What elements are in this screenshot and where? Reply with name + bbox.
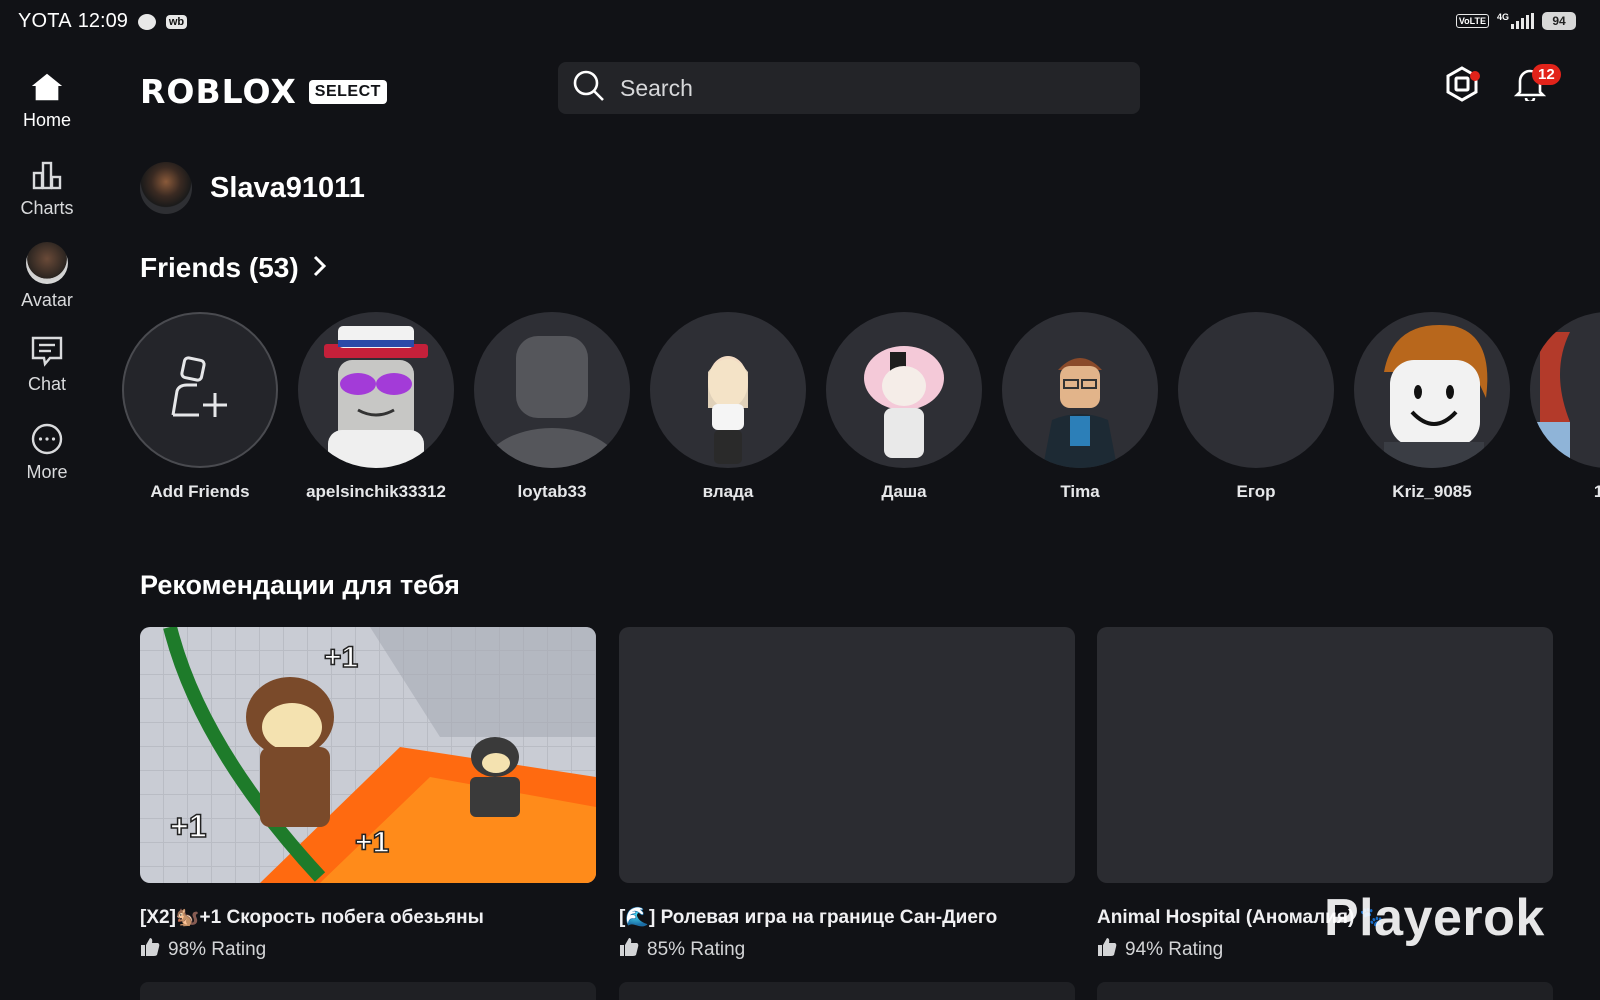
home-icon [30,70,64,104]
friend-name: Add Friends [150,482,250,501]
friend-tile[interactable]: loytab33 [474,312,630,502]
volte-icon: VoLTE [1455,14,1489,28]
game-title: [X2]🐿️+1 Скорость побега обезьяны [140,907,484,928]
friend-tile[interactable]: Егор [1178,312,1334,502]
search-bar[interactable] [558,62,1140,114]
bar-chart-icon [30,158,64,192]
game-card-next-row[interactable] [140,982,596,1000]
add-friend-circle [122,312,278,468]
playerok-watermark: Playerok [1324,889,1545,947]
friend-avatar [1530,312,1600,468]
nav-avatar-label: Avatar [21,290,73,310]
friend-tile[interactable]: Даша [826,312,982,502]
logo-wordmark: ROBLOX [140,72,297,111]
notification-count-badge: 12 [1532,64,1561,85]
nav-chat[interactable]: Chat [0,324,94,412]
friend-avatar [1178,312,1334,468]
friend-tile[interactable]: Kriz_9085 [1354,312,1510,502]
thumb-plus-one: +1 [324,641,358,674]
game-card[interactable]: [🌊] Ролевая игра на границе Сан-Диего 85… [619,627,1075,963]
side-navigation: Home Charts Avatar Chat More [0,60,94,500]
battery-icon: 94 [1542,12,1576,30]
thumb-plus-one: +1 [170,808,206,844]
more-dots-icon [30,422,64,456]
select-badge: SELECT [308,79,387,104]
game-card[interactable]: +1 +1 +1 [X2]🐿️+1 Скорость побега обезья… [140,627,596,963]
game-rating: 98% Rating [140,937,596,963]
nav-home-label: Home [22,110,71,130]
friend-tile[interactable]: apelsinchik33312 [298,312,454,502]
status-right: VoLTE 4G 94 [1455,12,1576,30]
friend-avatar [650,312,806,468]
friends-title: Friends (53) [140,252,299,283]
thumbs-up-icon [1097,937,1117,963]
game-title: [🌊] Ролевая игра на границе Сан-Диего [619,907,998,928]
nav-charts-label: Charts [20,198,74,218]
top-right-actions: 12 [1442,64,1561,106]
nav-home[interactable]: Home [0,60,94,148]
friend-name: Tima [1060,482,1100,501]
network-type-label: 4G [1496,12,1509,22]
add-friends-button[interactable]: Add Friends [122,312,278,502]
nav-more[interactable]: More [0,412,94,500]
friend-tile[interactable]: Tima [1002,312,1158,502]
search-input[interactable] [620,74,1100,102]
clock: 12:09 [77,10,128,32]
add-friend-icon [165,353,235,428]
notifications-button[interactable]: 12 [1510,64,1561,106]
username: Slava91011 [210,171,365,204]
wb-app-icon: wb [165,14,188,29]
friend-avatar [1354,312,1510,468]
game-card-next-row[interactable] [619,982,1075,1000]
robux-alert-dot [1470,71,1480,81]
nav-charts[interactable]: Charts [0,148,94,236]
friend-name: Даша [881,482,927,501]
rating-text: 94% Rating [1125,939,1224,960]
chat-bubble-icon [30,334,64,368]
friends-section-header[interactable]: Friends (53) [140,252,327,284]
robux-button[interactable] [1442,65,1482,106]
game-rating: 85% Rating [619,937,1075,963]
game-thumbnail: +1 +1 +1 [140,627,596,883]
friend-tile[interactable]: 104 [1530,312,1600,502]
game-thumbnail [619,627,1075,883]
nav-avatar[interactable]: Avatar [0,236,94,324]
status-bar: YOTA 12:09 wb VoLTE 4G 94 [0,0,1600,44]
friend-name: Kriz_9085 [1392,482,1472,501]
friend-name: loytab33 [517,482,587,501]
carrier-label: YOTA [18,10,72,32]
thumb-plus-one: +1 [355,826,389,859]
friend-avatar [1002,312,1158,468]
signal-icon [1511,13,1534,29]
avatar [140,162,192,214]
friend-avatar [826,312,982,468]
friend-name: Егор [1236,482,1276,501]
friend-avatar [474,312,630,468]
recommendations-title: Рекомендации для тебя [140,570,460,600]
message-notification-icon [137,13,156,30]
thumbs-up-icon [619,937,639,963]
friends-carousel[interactable]: Add Friends apelsinchik33312 loytab33 вл… [122,312,1600,512]
rating-text: 85% Rating [647,939,746,960]
friend-tile[interactable]: влада [650,312,806,502]
roblox-logo[interactable]: ROBLOX SELECT [140,72,387,111]
nav-chat-label: Chat [27,374,67,394]
game-card-next-row[interactable] [1097,982,1553,1000]
profile-header[interactable]: Slava91011 [140,162,365,214]
battery-level: 94 [1552,14,1566,28]
rating-text: 98% Rating [168,939,267,960]
friend-name: 104 [1593,482,1600,501]
nav-more-label: More [26,462,68,482]
status-left: YOTA 12:09 wb [18,10,188,33]
chevron-right-icon [313,252,327,284]
avatar-thumbnail [26,242,68,284]
thumbs-up-icon [140,937,160,963]
search-icon [572,69,606,108]
friend-name: влада [702,482,754,501]
friend-avatar [298,312,454,468]
friend-name: apelsinchik33312 [306,482,446,501]
game-thumbnail [1097,627,1553,883]
